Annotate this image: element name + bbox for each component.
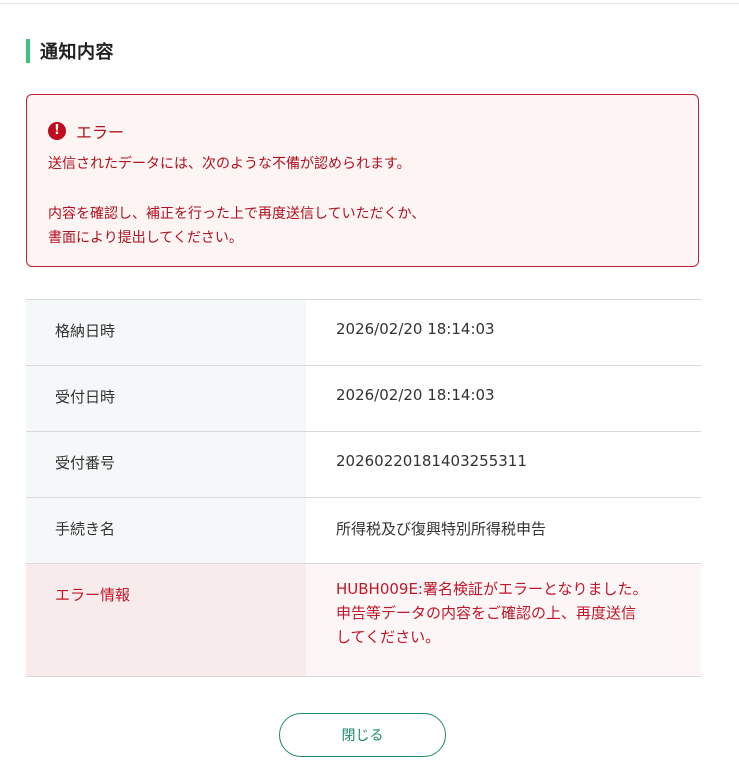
section-header: 通知内容 <box>26 38 114 64</box>
table-row: 手続き名 所得税及び復興特別所得税申告 <box>26 498 701 564</box>
error-alert-header: ! エラー <box>48 119 124 143</box>
error-info-line: 申告等データの内容をご確認の上、再度送信 <box>336 604 637 622</box>
table-row: 格納日時 2026/02/20 18:14:03 <box>26 300 701 366</box>
title-accent-bar <box>26 39 30 63</box>
error-alert-instruction: 内容を確認し、補正を行った上で再度送信していただくか、 <box>48 206 426 222</box>
top-divider <box>0 3 739 4</box>
error-alert: ! エラー 送信されたデータには、次のような不備が認められます。 内容を確認し、… <box>26 94 699 267</box>
row-label: 手続き名 <box>26 498 306 563</box>
error-alert-title: エラー <box>76 123 125 142</box>
row-value: 20260220181403255311 <box>306 432 701 497</box>
close-button[interactable]: 閉じる <box>279 713 446 757</box>
row-value: 2026/02/20 18:14:03 <box>306 366 701 431</box>
error-info-line: してください。 <box>336 628 441 646</box>
error-info-row: エラー情報 HUBH009E:署名検証がエラーとなりました。 申告等データの内容… <box>26 564 701 677</box>
row-value: 所得税及び復興特別所得税申告 <box>306 498 701 563</box>
exclamation-circle-icon: ! <box>48 122 66 140</box>
error-info-value: HUBH009E:署名検証がエラーとなりました。 申告等データの内容をご確認の上… <box>306 564 701 676</box>
row-label: 受付番号 <box>26 432 306 497</box>
error-alert-message: 送信されたデータには、次のような不備が認められます。 <box>48 156 411 172</box>
row-label: 受付日時 <box>26 366 306 431</box>
error-info-line: HUBH009E:署名検証がエラーとなりました。 <box>336 580 648 598</box>
error-info-label: エラー情報 <box>26 564 306 676</box>
error-alert-instruction-cont: 書面により提出してください。 <box>48 230 243 246</box>
row-value: 2026/02/20 18:14:03 <box>306 300 701 365</box>
table-row: 受付日時 2026/02/20 18:14:03 <box>26 366 701 432</box>
row-label: 格納日時 <box>26 300 306 365</box>
notice-detail-table: 格納日時 2026/02/20 18:14:03 受付日時 2026/02/20… <box>26 299 701 677</box>
table-row: 受付番号 20260220181403255311 <box>26 432 701 498</box>
page-title: 通知内容 <box>40 42 114 63</box>
